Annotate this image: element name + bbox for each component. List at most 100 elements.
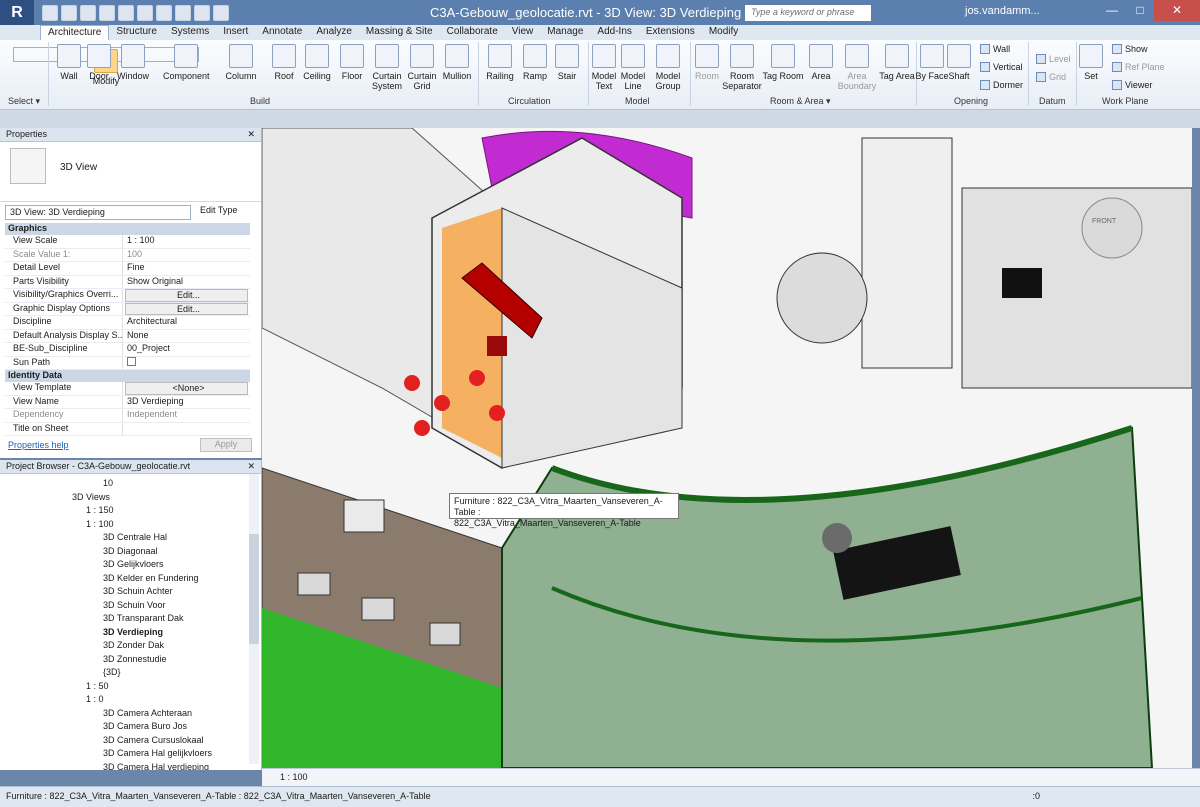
user-name[interactable]: jos.vandamm... [965, 5, 1040, 17]
dormer-button[interactable]: Dormer [980, 80, 1023, 90]
open-icon[interactable] [42, 4, 58, 21]
measure-icon[interactable] [156, 4, 172, 21]
tag-room-button[interactable]: Tag Room [762, 44, 804, 104]
edit-graphic-display-button[interactable]: Edit... [125, 302, 248, 315]
apply-button[interactable]: Apply [200, 438, 252, 452]
tree-node[interactable]: 10 [0, 478, 261, 492]
tree-node[interactable]: 1 : 100 [0, 519, 261, 533]
close-icon[interactable]: ✕ [247, 461, 255, 472]
tab-massing[interactable]: Massing & Site [359, 25, 440, 40]
viewer-button[interactable]: Viewer [1112, 80, 1152, 90]
tab-systems[interactable]: Systems [164, 25, 216, 40]
browser-scrollbar[interactable] [249, 474, 259, 764]
view-template-button[interactable]: <None> [125, 382, 248, 395]
maximize-button[interactable]: □ [1126, 0, 1154, 21]
save-icon[interactable] [61, 4, 77, 21]
section-identity-data[interactable]: Identity Data [5, 370, 250, 382]
tab-add-ins[interactable]: Add-Ins [590, 25, 638, 40]
property-row[interactable]: View Scale 1 : 100 [5, 235, 250, 249]
ref-plane-button[interactable]: Ref Plane [1112, 62, 1165, 72]
property-row[interactable]: Detail Level Fine [5, 262, 250, 276]
tab-structure[interactable]: Structure [109, 25, 164, 40]
tab-view[interactable]: View [505, 25, 541, 40]
search-input[interactable]: Type a keyword or phrase [745, 5, 871, 21]
property-row[interactable]: Sun Path [5, 356, 250, 370]
vertical-button[interactable]: Vertical [980, 62, 1023, 72]
group-select[interactable]: Select ▾ [8, 96, 40, 107]
tree-node[interactable]: {3D} [0, 667, 261, 681]
set-button[interactable]: Set [1072, 44, 1110, 104]
tab-manage[interactable]: Manage [540, 25, 590, 40]
3d-view-icon[interactable] [194, 4, 210, 21]
tab-extensions[interactable]: Extensions [639, 25, 702, 40]
property-row[interactable]: Parts Visibility Show Original [5, 275, 250, 289]
tree-node[interactable]: 3D Zonnestudie [0, 654, 261, 668]
tree-node-active[interactable]: 3D Verdieping [0, 627, 261, 641]
mullion-button[interactable]: Mullion [436, 44, 478, 104]
tree-node[interactable]: 1 : 0 [0, 694, 261, 708]
view-scale-label[interactable]: 1 : 100 [280, 772, 308, 782]
viewcube-icon[interactable]: FRONT [1092, 218, 1116, 225]
grid-button[interactable]: Grid [1036, 72, 1066, 82]
property-row[interactable]: Discipline Architectural [5, 316, 250, 330]
undo-icon[interactable] [99, 4, 115, 21]
edit-vg-button[interactable]: Edit... [125, 289, 248, 302]
type-selector[interactable]: 3D View [0, 142, 261, 202]
tab-architecture[interactable]: Architecture [40, 25, 110, 40]
tree-node[interactable]: 3D Schuin Achter [0, 586, 261, 600]
property-row[interactable]: Default Analysis Display S... None [5, 329, 250, 343]
property-row[interactable]: Visibility/Graphics Overri... Edit... [5, 289, 250, 303]
print-icon[interactable] [137, 4, 153, 21]
3d-viewport[interactable]: FRONT [262, 128, 1192, 768]
app-logo[interactable]: R [0, 0, 34, 25]
level-button[interactable]: Level [1036, 54, 1071, 64]
close-button[interactable]: ✕ [1154, 0, 1200, 21]
tree-node[interactable]: 3D Centrale Hal [0, 532, 261, 546]
tree-node[interactable]: 3D Camera Achteraan [0, 708, 261, 722]
stair-button[interactable]: Stair [546, 44, 588, 104]
tree-node[interactable]: 3D Transparant Dak [0, 613, 261, 627]
column-button[interactable]: Column [220, 44, 262, 104]
tab-analyze[interactable]: Analyze [309, 25, 359, 40]
properties-help-link[interactable]: Properties help [8, 440, 69, 450]
section-graphics[interactable]: Graphics [5, 223, 250, 235]
property-row[interactable]: View Name 3D Verdieping [5, 395, 250, 409]
tab-modify[interactable]: Modify [702, 25, 745, 40]
tree-node[interactable]: 3D Camera Cursuslokaal [0, 735, 261, 749]
tree-node[interactable]: 1 : 50 [0, 681, 261, 695]
tree-node[interactable]: 3D Views [0, 492, 261, 506]
shaft-button[interactable]: Shaft [938, 44, 980, 104]
tree-node[interactable]: 3D Gelijkvloers [0, 559, 261, 573]
window-button[interactable]: Window [112, 44, 154, 104]
property-row[interactable]: BE-Sub_Discipline 00_Project [5, 343, 250, 357]
tab-insert[interactable]: Insert [216, 25, 255, 40]
tree-node[interactable]: 1 : 150 [0, 505, 261, 519]
tree-node[interactable]: 3D Schuin Voor [0, 600, 261, 614]
tree-node[interactable]: 3D Zonder Dak [0, 640, 261, 654]
tab-collaborate[interactable]: Collaborate [440, 25, 505, 40]
property-row[interactable]: Title on Sheet [5, 422, 250, 436]
sun-path-checkbox[interactable] [127, 356, 136, 366]
room-separator-button[interactable]: Room Separator [720, 44, 764, 104]
property-row[interactable]: Graphic Display Options Edit... [5, 302, 250, 316]
tree-node[interactable]: 3D Camera Hal gelijkvloers [0, 748, 261, 762]
model-group-button[interactable]: Model Group [647, 44, 689, 104]
tree-node[interactable]: 3D Camera Hal verdieping [0, 762, 261, 771]
tab-annotate[interactable]: Annotate [255, 25, 309, 40]
opening-wall-button[interactable]: Wall [980, 44, 1010, 54]
sync-icon[interactable] [80, 4, 96, 21]
tree-node[interactable]: 3D Kelder en Fundering [0, 573, 261, 587]
tree-node[interactable]: 3D Camera Buro Jos [0, 721, 261, 735]
show-button[interactable]: Show [1112, 44, 1148, 54]
text-icon[interactable] [175, 4, 191, 21]
edit-type-button[interactable]: Edit Type [200, 205, 237, 215]
redo-icon[interactable] [118, 4, 134, 21]
component-button[interactable]: Component [163, 44, 210, 104]
view-selector[interactable]: 3D View: 3D Verdieping [5, 205, 191, 220]
property-row[interactable]: View Template <None> [5, 382, 250, 396]
group-room-area[interactable]: Room & Area ▾ [770, 96, 831, 107]
tree-node[interactable]: 3D Diagonaal [0, 546, 261, 560]
minimize-button[interactable]: — [1098, 0, 1126, 21]
close-icon[interactable]: ✕ [247, 129, 255, 140]
section-icon[interactable] [213, 4, 229, 21]
